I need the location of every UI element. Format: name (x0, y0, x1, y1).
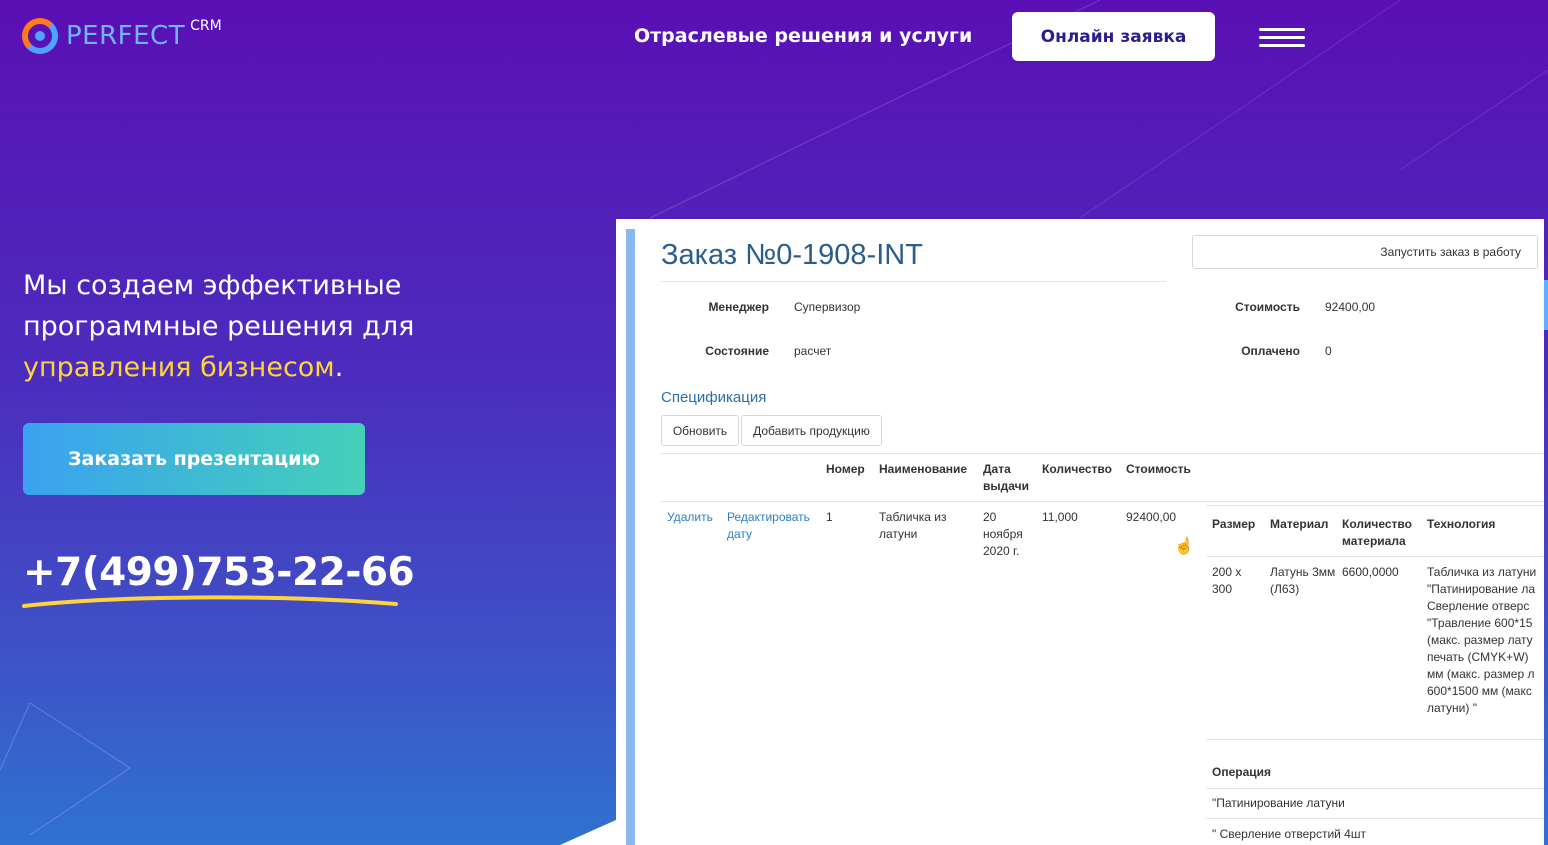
col-cost: Стоимость (1126, 462, 1191, 476)
add-product-button[interactable]: Добавить продукцию (741, 415, 882, 446)
row-name: Табличка из латуни (879, 510, 947, 541)
card-left-bar (626, 229, 635, 845)
hand-cursor-icon: ☝ (1174, 538, 1194, 555)
table-header-border (661, 501, 1544, 502)
phone-number[interactable]: +7(499)753-22-66 (23, 550, 415, 595)
order-title: Заказ №0-1908-INT (661, 239, 923, 271)
sub-material: Латунь 3мм (Л63) (1270, 565, 1336, 596)
nav-industry-solutions[interactable]: Отраслевые решения и услуги (634, 25, 972, 47)
paid-value: 0 (1325, 344, 1332, 358)
crm-screenshot-card: Заказ №0-1908-INT Запустить заказ в рабо… (616, 219, 1544, 845)
edit-date-link[interactable]: Редактировать дату (727, 509, 819, 543)
operation-row-border (1206, 818, 1544, 819)
operation-item: "Патинирование латуни (1212, 796, 1345, 810)
operation-item: " Сверление отверстий 4шт (1212, 827, 1366, 841)
subtable-border-top (1206, 505, 1544, 506)
col-number: Номер (826, 462, 865, 476)
delete-link[interactable]: Удалить (667, 509, 713, 526)
operations-border-top (1206, 739, 1544, 740)
col-technology: Технология (1427, 517, 1496, 531)
logo[interactable]: PERFECT CRM (22, 18, 222, 54)
row-date: 20 ноября 2020 г. (983, 510, 1023, 558)
row-cost: 92400,00 (1126, 510, 1177, 524)
order-presentation-button[interactable]: Заказать презентацию (23, 423, 365, 495)
headline-text: Мы создаем эффективные программные решен… (23, 270, 415, 342)
paid-label: Оплачено (1241, 344, 1300, 358)
online-request-button[interactable]: Онлайн заявка (1012, 12, 1215, 61)
operations-label: Операция (1212, 765, 1272, 779)
operations-header-border (1206, 788, 1544, 789)
col-size: Размер (1212, 517, 1256, 531)
status-label: Состояние (705, 344, 769, 358)
headline-end: . (334, 352, 344, 383)
manager-label: Менеджер (708, 300, 769, 314)
col-name: Наименование (879, 462, 968, 476)
sub-technology: Табличка из латуни "Патинирование ла Све… (1427, 565, 1537, 715)
table-border-top (661, 453, 1544, 454)
cost-label: Стоимость (1235, 300, 1300, 314)
col-qty: Количество (1042, 462, 1112, 476)
run-order-button[interactable]: Запустить заказ в работу (1192, 235, 1538, 269)
cost-value: 92400,00 (1325, 300, 1376, 314)
col-date: Дата выдачи (983, 462, 1029, 493)
row-number: 1 (826, 510, 833, 524)
phone-underline (22, 595, 398, 608)
sub-size: 200 x 300 (1212, 565, 1242, 596)
sub-material-qty: 6600,0000 (1342, 565, 1399, 579)
subtable-header-border (1206, 556, 1544, 557)
col-material: Материал (1270, 517, 1329, 531)
spec-title: Спецификация (661, 389, 767, 406)
divider (661, 281, 1166, 282)
hero-headline: Мы создаем эффективные программные решен… (23, 265, 543, 388)
col-material-qty: Количество материала (1342, 517, 1412, 548)
menu-hamburger-icon[interactable] (1259, 28, 1305, 48)
row-qty: 11,000 (1042, 510, 1078, 524)
headline-accent: управления бизнесом (23, 352, 335, 383)
status-value: расчет (794, 344, 832, 358)
logo-sup: CRM (190, 18, 222, 34)
manager-value: Супервизор (794, 300, 861, 314)
refresh-button[interactable]: Обновить (661, 415, 739, 446)
logo-text: PERFECT (66, 21, 186, 51)
logo-mark-icon (22, 18, 58, 54)
